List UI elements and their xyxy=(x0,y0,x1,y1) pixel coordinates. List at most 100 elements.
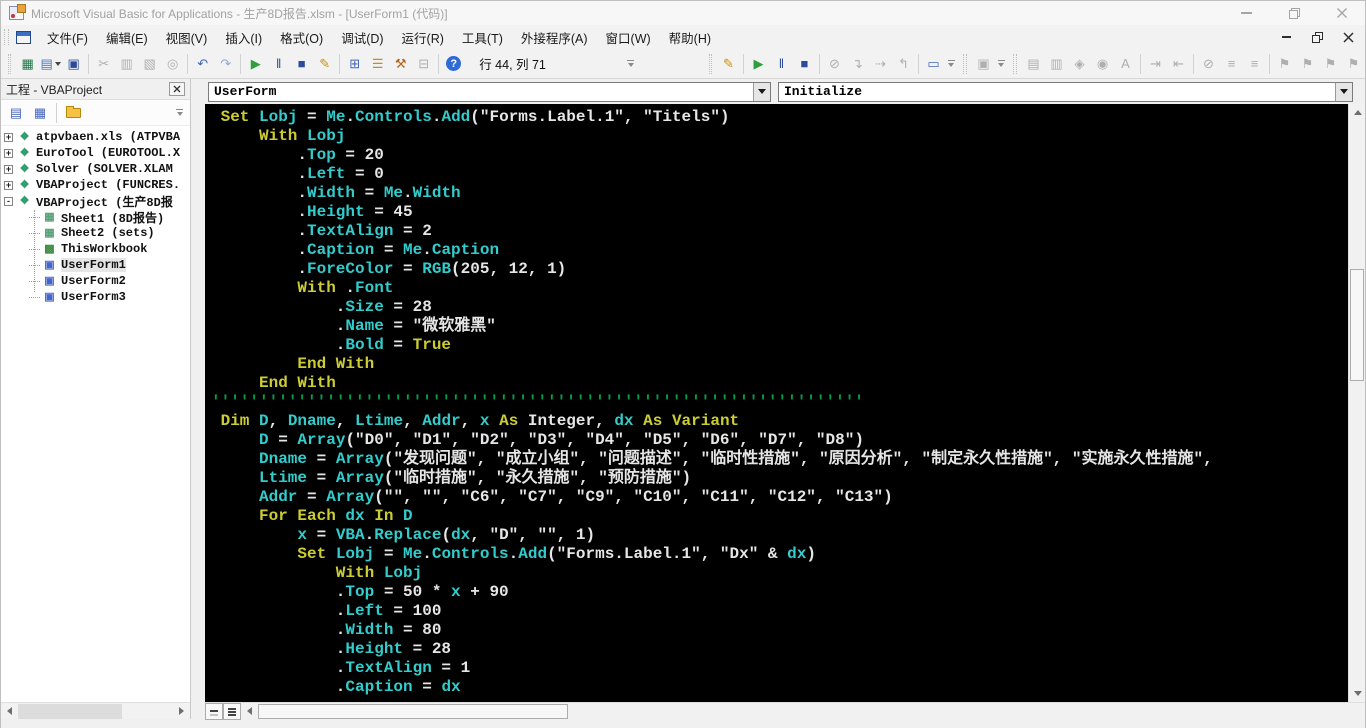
view-object-button[interactable]: ▦ xyxy=(29,103,51,123)
full-module-view-button[interactable] xyxy=(223,703,241,720)
step-over-button[interactable]: ⇢ xyxy=(869,53,892,75)
tree-item-solver[interactable]: +❖Solver (SOLVER.XLAM xyxy=(1,161,190,177)
toolbar-grip[interactable] xyxy=(963,54,967,74)
scroll-left-button[interactable] xyxy=(241,703,258,720)
tree-item-thisworkbook[interactable]: ▩ThisWorkbook xyxy=(1,241,190,257)
step-out-button[interactable]: ↰ xyxy=(892,53,915,75)
mdi-restore-button[interactable] xyxy=(1310,30,1324,44)
indent-button[interactable]: ⇥ xyxy=(1144,53,1167,75)
toolbar-overflow-icon[interactable] xyxy=(945,52,958,76)
undo-button[interactable]: ↶ xyxy=(191,53,214,75)
breakpoint-hand-button[interactable]: ⊘ xyxy=(1197,53,1220,75)
dropdown-arrow-icon[interactable] xyxy=(753,83,770,101)
tree-item-vbaproject[interactable]: -❖VBAProject (生产8D报 xyxy=(1,193,190,209)
toolbar-grip[interactable] xyxy=(1013,54,1017,74)
uncomment-block-button[interactable]: ≡ xyxy=(1243,53,1266,75)
tree-item-vbaproject[interactable]: +❖VBAProject (FUNCRES. xyxy=(1,177,190,193)
close-button[interactable] xyxy=(1335,6,1349,20)
next-bookmark-button[interactable]: ⚑ xyxy=(1296,53,1319,75)
insert-userform-button[interactable]: ▤ xyxy=(39,53,62,75)
view-code-button[interactable]: ▤ xyxy=(5,103,27,123)
project-explorer-close-button[interactable] xyxy=(169,82,185,96)
mdi-minimize-button[interactable] xyxy=(1279,30,1293,44)
expand-icon[interactable]: + xyxy=(4,165,13,174)
toggle-folders-button[interactable] xyxy=(62,103,84,123)
comment-block-button[interactable]: ≡ xyxy=(1220,53,1243,75)
menu-item[interactable]: 外接程序(A) xyxy=(512,24,597,51)
clear-bookmarks-button[interactable]: ⚑ xyxy=(1342,53,1365,75)
menu-item[interactable]: 编辑(E) xyxy=(97,24,157,51)
mdi-close-button[interactable] xyxy=(1341,30,1355,44)
toolbar-overflow-icon[interactable] xyxy=(627,52,635,76)
project-explorer-button[interactable]: ⊞ xyxy=(343,53,366,75)
properties-window-button[interactable]: ☰ xyxy=(366,53,389,75)
menu-item[interactable]: 帮助(H) xyxy=(660,24,720,51)
tree-item-userform1[interactable]: ▣UserForm1 xyxy=(1,257,190,273)
tree-item-userform3[interactable]: ▣UserForm3 xyxy=(1,289,190,305)
design-mode-button[interactable]: ✎ xyxy=(717,53,740,75)
toolbox-button[interactable]: ⚒ xyxy=(389,53,412,75)
list-constants-button[interactable]: ▥ xyxy=(1045,53,1068,75)
object-dropdown[interactable]: UserForm xyxy=(208,82,771,102)
tree-item-atpvbaenxls[interactable]: +❖atpvbaen.xls (ATPVBA xyxy=(1,129,190,145)
break-button[interactable]: ‖ xyxy=(770,53,793,75)
toolbar-overflow-icon[interactable] xyxy=(995,52,1008,76)
help-button[interactable]: ? xyxy=(442,53,465,75)
scroll-down-button[interactable] xyxy=(1349,685,1366,702)
paste-button[interactable]: ▧ xyxy=(138,53,161,75)
break-button[interactable]: ‖ xyxy=(267,53,290,75)
child-window-icon[interactable] xyxy=(16,31,31,44)
dropdown-arrow-icon[interactable] xyxy=(1335,83,1352,101)
tree-item-sheet2[interactable]: ▦Sheet2 (sets) xyxy=(1,225,190,241)
menu-item[interactable]: 视图(V) xyxy=(157,24,217,51)
toolbar-grip-2[interactable] xyxy=(709,54,712,74)
hscroll-thumb[interactable] xyxy=(258,704,568,719)
quick-info-button[interactable]: ◈ xyxy=(1068,53,1091,75)
vscroll-thumb[interactable] xyxy=(1350,269,1364,381)
panel-splitter[interactable] xyxy=(191,79,205,719)
previous-bookmark-button[interactable]: ⚑ xyxy=(1319,53,1342,75)
menu-item[interactable]: 插入(I) xyxy=(216,24,271,51)
hscroll-thumb[interactable] xyxy=(18,704,122,719)
list-properties-button[interactable]: ▤ xyxy=(1022,53,1045,75)
procedure-dropdown[interactable]: Initialize xyxy=(778,82,1353,102)
code-editor[interactable]: Set Lobj = Me.Controls.Add("Forms.Label.… xyxy=(205,104,1348,702)
reset-button[interactable]: ■ xyxy=(290,53,313,75)
complete-word-button[interactable]: A xyxy=(1114,53,1137,75)
scroll-right-button[interactable] xyxy=(173,703,190,720)
step-into-button[interactable]: ↴ xyxy=(846,53,869,75)
save-button[interactable]: ▣ xyxy=(62,53,85,75)
scroll-left-button[interactable] xyxy=(1,703,18,720)
cut-button[interactable]: ✂ xyxy=(92,53,115,75)
minimize-button[interactable] xyxy=(1239,6,1253,20)
procedure-view-button[interactable] xyxy=(205,703,223,720)
tree-item-eurotool[interactable]: +❖EuroTool (EUROTOOL.X xyxy=(1,145,190,161)
run-button[interactable]: ▶ xyxy=(244,53,267,75)
immediate-window-button[interactable]: ▭ xyxy=(922,53,945,75)
restore-button[interactable] xyxy=(1287,6,1301,20)
collapse-icon[interactable]: - xyxy=(4,197,13,206)
menubar-grip[interactable] xyxy=(4,29,9,45)
tree-item-sheet1[interactable]: ▦Sheet1 (8D报告) xyxy=(1,209,190,225)
windows-button[interactable]: ▣ xyxy=(972,53,995,75)
toggle-breakpoint-button[interactable]: ⊘ xyxy=(823,53,846,75)
run-button[interactable]: ▶ xyxy=(747,53,770,75)
object-browser-button[interactable]: ⊟ xyxy=(412,53,435,75)
find-button[interactable]: ◎ xyxy=(161,53,184,75)
expand-icon[interactable]: + xyxy=(4,133,13,142)
menu-item[interactable]: 窗口(W) xyxy=(597,24,660,51)
menu-item[interactable]: 运行(R) xyxy=(393,24,453,51)
view-excel-button[interactable]: ▦ xyxy=(16,53,39,75)
redo-button[interactable]: ↷ xyxy=(214,53,237,75)
copy-button[interactable]: ▥ xyxy=(115,53,138,75)
outdent-button[interactable]: ⇤ xyxy=(1167,53,1190,75)
menu-item[interactable]: 工具(T) xyxy=(453,24,512,51)
tree-item-userform2[interactable]: ▣UserForm2 xyxy=(1,273,190,289)
reset-button[interactable]: ■ xyxy=(793,53,816,75)
expand-icon[interactable]: + xyxy=(4,149,13,158)
design-mode-button[interactable]: ✎ xyxy=(313,53,336,75)
menu-item[interactable]: 调试(D) xyxy=(332,24,392,51)
toggle-bookmark-button[interactable]: ⚑ xyxy=(1273,53,1296,75)
menu-item[interactable]: 文件(F) xyxy=(38,24,97,51)
toolbar-grip[interactable] xyxy=(8,54,11,74)
